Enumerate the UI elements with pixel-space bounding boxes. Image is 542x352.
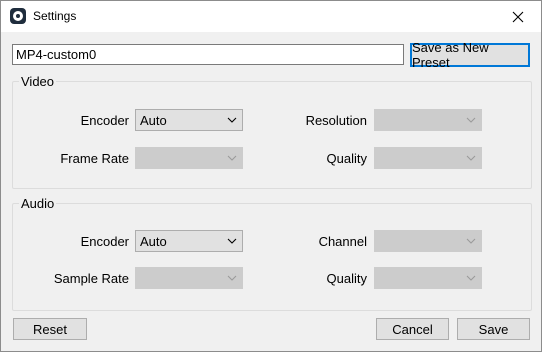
close-icon [512,11,524,22]
video-frame-rate-select[interactable] [135,147,243,169]
window-title: Settings [33,9,77,23]
cancel-button[interactable]: Cancel [376,318,449,340]
audio-quality-label: Quality [326,271,367,286]
video-encoder-value: Auto [140,113,167,128]
video-encoder-select[interactable]: Auto [135,109,243,131]
audio-quality-select[interactable] [374,267,482,289]
audio-channel-select[interactable] [374,230,482,252]
chevron-down-icon [466,117,476,124]
chevron-down-icon [466,155,476,162]
video-resolution-label: Resolution [305,113,367,128]
audio-group-label: Audio [21,196,55,211]
video-quality-label: Quality [326,151,367,166]
audio-group: Audio [12,196,532,311]
audio-encoder-value: Auto [140,234,167,249]
close-button[interactable] [495,1,541,32]
save-as-new-preset-button[interactable]: Save as New Preset [410,40,530,70]
settings-dialog: Settings MP4-custom0 Save as New Preset … [0,0,542,352]
audio-sample-rate-select[interactable] [135,267,243,289]
video-encoder-label: Encoder [80,113,129,128]
audio-channel-label: Channel [318,234,367,249]
chevron-down-icon [227,238,237,245]
chevron-down-icon [466,238,476,245]
app-icon [10,8,26,24]
video-frame-rate-label: Frame Rate [60,151,129,166]
audio-sample-rate-label: Sample Rate [53,271,129,286]
video-group-label: Video [21,74,55,89]
chevron-down-icon [227,275,237,282]
chevron-down-icon [227,117,237,124]
video-quality-select[interactable] [374,147,482,169]
save-button[interactable]: Save [457,318,530,340]
chevron-down-icon [466,275,476,282]
chevron-down-icon [227,155,237,162]
video-group: Video [12,74,532,189]
title-bar[interactable]: Settings [1,1,541,32]
video-resolution-select[interactable] [374,109,482,131]
audio-encoder-label: Encoder [80,234,129,249]
preset-name-input[interactable]: MP4-custom0 [12,44,404,65]
audio-encoder-select[interactable]: Auto [135,230,243,252]
reset-button[interactable]: Reset [13,318,87,340]
